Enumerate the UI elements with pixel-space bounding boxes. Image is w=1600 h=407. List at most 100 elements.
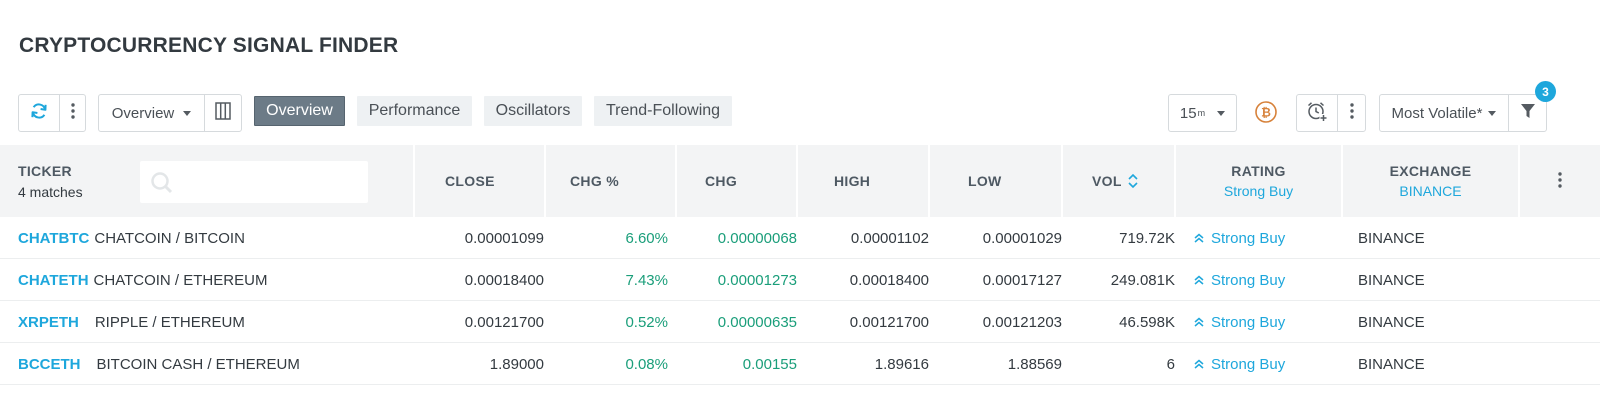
alarm-clock-plus-icon (1306, 100, 1328, 127)
column-settings-button[interactable] (1520, 145, 1600, 217)
double-chevron-up-icon (1193, 274, 1205, 286)
high-cell: 1.89616 (874, 355, 929, 373)
chg-cell: 0.00001273 (717, 271, 797, 289)
columns-button[interactable] (204, 95, 241, 131)
rating-value: Strong Buy (1211, 313, 1286, 331)
exchange-cell: BINANCE (1358, 313, 1425, 331)
view-select-group: Overview (98, 94, 242, 132)
column-header-exchange[interactable]: EXCHANGE BINANCE (1343, 145, 1520, 217)
currency-button[interactable]: ₿ (1254, 100, 1278, 124)
tab-trend-following[interactable]: Trend-Following (594, 96, 732, 126)
column-header-low[interactable]: LOW (930, 145, 1063, 217)
rating-cell: Strong Buy (1193, 217, 1285, 259)
close-cell: 1.89000 (489, 355, 544, 373)
search-icon (150, 171, 174, 198)
filter-preset-label: Most Volatile* (1391, 104, 1483, 122)
table-row[interactable]: BCCETH BITCOIN CASH / ETHEREUM 1.89000 0… (0, 343, 1600, 385)
column-header-close[interactable]: CLOSE (415, 145, 546, 217)
high-cell: 0.00018400 (849, 271, 929, 289)
ticker-symbol[interactable]: BCCETH (18, 356, 81, 373)
more-vertical-icon (70, 102, 75, 124)
high-cell: 0.00001102 (850, 229, 929, 247)
add-alert-button[interactable] (1297, 95, 1337, 131)
ticker-cell: CHATBTC CHATCOIN / BITCOIN (18, 217, 245, 259)
refresh-icon (29, 101, 49, 126)
ticker-name: BITCOIN CASH / ETHEREUM (96, 355, 300, 373)
more-vertical-icon (1558, 171, 1562, 191)
rating-value: Strong Buy (1211, 355, 1286, 373)
columns-icon (215, 101, 231, 125)
ticker-name: RIPPLE / ETHEREUM (94, 313, 245, 331)
table-row[interactable]: CHATETH CHATCOIN / ETHEREUM 0.00018400 7… (0, 259, 1600, 301)
vol-cell: 46.598K (1119, 313, 1175, 331)
tab-oscillators[interactable]: Oscillators (484, 96, 582, 126)
column-header-rating[interactable]: RATING Strong Buy (1176, 145, 1343, 217)
ticker-cell: BCCETH BITCOIN CASH / ETHEREUM (18, 343, 300, 385)
exchange-cell: BINANCE (1358, 355, 1425, 373)
chg-cell: 0.00000068 (717, 229, 797, 247)
ticker-name: CHATCOIN / ETHEREUM (93, 271, 268, 289)
table-row[interactable]: CHATBTC CHATCOIN / BITCOIN 0.00001099 6.… (0, 217, 1600, 259)
ticker-search-input[interactable] (140, 161, 368, 203)
rating-cell: Strong Buy (1193, 259, 1285, 301)
ticker-cell: CHATETH CHATCOIN / ETHEREUM (18, 259, 267, 301)
exchange-cell: BINANCE (1358, 271, 1425, 289)
chg-cell: 0.00000635 (717, 313, 797, 331)
ticker-name: CHATCOIN / BITCOIN (94, 229, 245, 247)
alert-group (1296, 94, 1366, 132)
low-cell: 0.00017127 (982, 271, 1062, 289)
column-header-chg[interactable]: CHG (677, 145, 798, 217)
high-cell: 0.00121700 (849, 313, 929, 331)
chevron-down-icon (183, 110, 192, 116)
low-cell: 1.88569 (1007, 355, 1062, 373)
column-header-chg-pct[interactable]: CHG % (546, 145, 677, 217)
chevron-down-icon (1217, 110, 1226, 116)
ticker-symbol[interactable]: XRPETH (18, 314, 79, 331)
vol-cell: 719.72K (1119, 229, 1175, 247)
chg-cell: 0.00155 (742, 355, 797, 373)
refresh-button[interactable] (19, 95, 59, 131)
ticker-symbol[interactable]: CHATETH (18, 272, 89, 289)
chevron-down-icon (1488, 110, 1497, 116)
bitcoin-icon: ₿ (1254, 101, 1278, 128)
column-header-ticker[interactable]: TICKER 4 matches (0, 145, 415, 217)
filter-icon (1520, 102, 1536, 125)
sort-icon (1127, 173, 1139, 189)
double-chevron-up-icon (1193, 232, 1205, 244)
filter-group: Most Volatile* (1379, 94, 1547, 132)
tab-performance[interactable]: Performance (357, 96, 472, 126)
interval-unit: m (1197, 108, 1206, 118)
rating-cell: Strong Buy (1193, 343, 1285, 385)
tab-overview[interactable]: Overview (254, 96, 345, 126)
filter-count-badge: 3 (1535, 81, 1556, 102)
column-header-high[interactable]: HIGH (798, 145, 930, 217)
filter-preset-select[interactable]: Most Volatile* (1380, 95, 1508, 131)
chg-pct-cell: 0.52% (625, 313, 668, 331)
rating-cell: Strong Buy (1193, 301, 1285, 343)
column-header-vol[interactable]: VOL (1063, 145, 1176, 217)
view-select[interactable]: Overview (99, 95, 204, 131)
rating-value: Strong Buy (1211, 271, 1286, 289)
close-cell: 0.00018400 (464, 271, 544, 289)
interval-value: 15 (1179, 104, 1197, 122)
vol-cell: 249.081K (1110, 271, 1175, 289)
exchange-cell: BINANCE (1358, 229, 1425, 247)
rating-header-label: RATING (1231, 163, 1286, 179)
more-options-button[interactable] (59, 95, 85, 131)
low-cell: 0.00001029 (982, 229, 1062, 247)
view-select-label: Overview (111, 104, 175, 122)
alert-more-button[interactable] (1337, 95, 1365, 131)
rating-value: Strong Buy (1211, 229, 1286, 247)
exchange-filter-value[interactable]: BINANCE (1399, 183, 1461, 199)
ticker-symbol[interactable]: CHATBTC (18, 230, 89, 247)
table-row[interactable]: XRPETH RIPPLE / ETHEREUM 0.00121700 0.52… (0, 301, 1600, 343)
interval-select[interactable]: 15 m (1168, 94, 1237, 132)
refresh-group (18, 94, 86, 132)
chg-pct-cell: 0.08% (625, 355, 668, 373)
table-header: TICKER 4 matches CLOSE CHG % CHG HIGH LO… (0, 145, 1600, 217)
double-chevron-up-icon (1193, 358, 1205, 370)
vol-header-label: VOL (1092, 173, 1122, 189)
close-cell: 0.00121700 (464, 313, 544, 331)
rating-filter-value[interactable]: Strong Buy (1224, 183, 1293, 199)
vol-cell: 6 (1166, 355, 1175, 373)
